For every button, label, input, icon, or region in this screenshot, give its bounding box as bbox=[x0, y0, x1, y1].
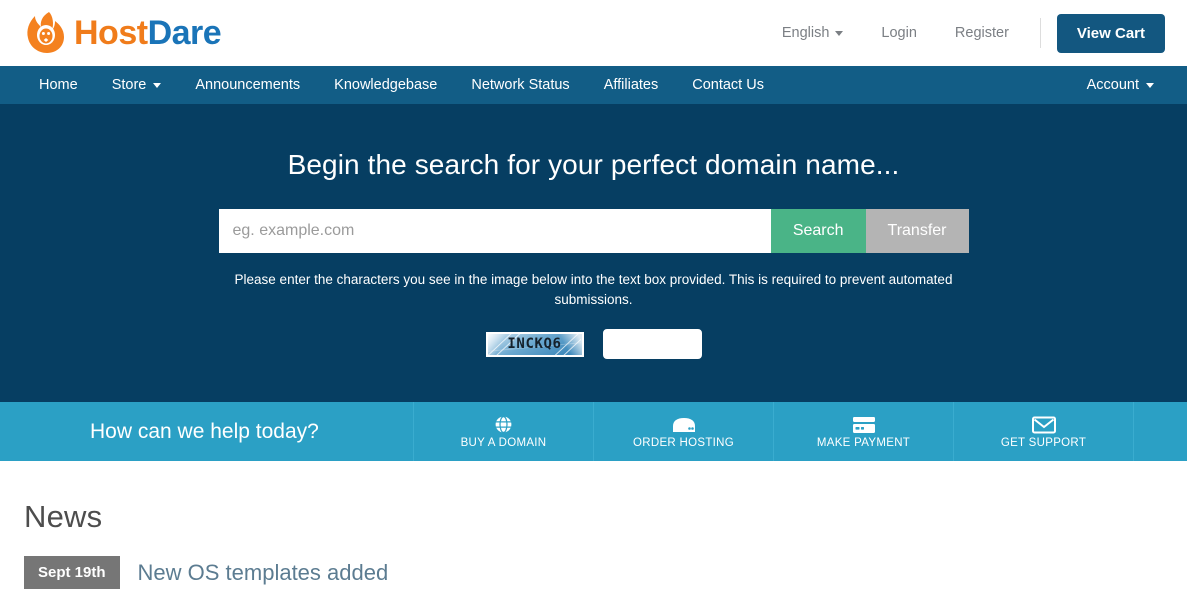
header-divider bbox=[1039, 18, 1041, 48]
logo-text-dare: Dare bbox=[147, 14, 222, 52]
language-selector[interactable]: English bbox=[763, 25, 863, 41]
view-cart-button[interactable]: View Cart bbox=[1056, 13, 1165, 53]
language-label: English bbox=[781, 25, 830, 41]
main-navigation: Home Store Announcements Knowledgebase N… bbox=[0, 66, 1187, 104]
nav-label-store: Store bbox=[111, 77, 147, 93]
help-link-order-hosting[interactable]: ORDER HOSTING bbox=[593, 402, 773, 461]
transfer-button[interactable]: Transfer bbox=[865, 208, 969, 253]
domain-search-input[interactable] bbox=[218, 208, 771, 253]
help-link-buy-a-domain[interactable]: BUY A DOMAIN bbox=[413, 402, 593, 461]
nav-item-network-status[interactable]: Network Status bbox=[454, 66, 586, 104]
chevron-down-icon bbox=[1146, 82, 1154, 88]
domain-search-form: Search Transfer bbox=[218, 208, 969, 253]
news-section: News Sept 19th New OS templates added bbox=[0, 461, 1187, 589]
nav-label-affiliates: Affiliates bbox=[603, 77, 659, 93]
nav-label-account: Account bbox=[1086, 77, 1139, 93]
nav-label-network-status: Network Status bbox=[471, 77, 570, 93]
register-link[interactable]: Register bbox=[936, 25, 1028, 41]
news-date-badge: Sept 19th bbox=[24, 556, 120, 589]
chevron-down-icon bbox=[835, 30, 844, 36]
nav-label-knowledgebase: Knowledgebase bbox=[334, 77, 438, 93]
help-link-get-support[interactable]: GET SUPPORT bbox=[953, 402, 1133, 461]
domain-search-hero: Begin the search for your perfect domain… bbox=[0, 104, 1187, 402]
help-label-buy-a-domain: BUY A DOMAIN bbox=[460, 436, 547, 449]
captcha-instructions: Please enter the characters you see in t… bbox=[234, 271, 953, 307]
search-button[interactable]: Search bbox=[770, 208, 866, 253]
captcha-input[interactable] bbox=[602, 329, 702, 360]
nav-item-affiliates[interactable]: Affiliates bbox=[587, 66, 676, 104]
chevron-down-icon bbox=[153, 82, 162, 88]
nav-item-home[interactable]: Home bbox=[22, 66, 95, 104]
nav-item-knowledgebase[interactable]: Knowledgebase bbox=[317, 66, 454, 104]
news-heading: News bbox=[24, 499, 103, 534]
news-item-link[interactable]: New OS templates added bbox=[138, 560, 389, 586]
nav-right-group: Account bbox=[1070, 66, 1171, 104]
captcha-image: INCKQ6 bbox=[485, 331, 584, 357]
news-item: Sept 19th New OS templates added bbox=[24, 556, 1187, 589]
site-logo[interactable]: HostDare bbox=[24, 11, 222, 55]
help-link-make-payment[interactable]: MAKE PAYMENT bbox=[773, 402, 953, 461]
logo-text-host: Host bbox=[74, 14, 148, 52]
flame-lion-icon bbox=[24, 11, 70, 55]
nav-label-announcements: Announcements bbox=[195, 77, 301, 93]
nav-item-contact-us[interactable]: Contact Us bbox=[675, 66, 781, 104]
top-right-nav: English Login Register View Cart bbox=[763, 13, 1165, 53]
help-label-order-hosting: ORDER HOSTING bbox=[632, 436, 734, 449]
nav-item-store[interactable]: Store bbox=[95, 66, 179, 104]
nav-label-contact-us: Contact Us bbox=[692, 77, 764, 93]
envelope-icon bbox=[1031, 415, 1056, 435]
help-label-make-payment: MAKE PAYMENT bbox=[816, 436, 911, 449]
help-bar-title: How can we help today? bbox=[90, 419, 319, 443]
nav-label-home: Home bbox=[39, 77, 78, 93]
help-quick-links-bar: How can we help today? BUY A DOMAIN ORDE… bbox=[0, 402, 1187, 461]
help-cell-empty bbox=[1133, 402, 1187, 461]
hero-title: Begin the search for your perfect domain… bbox=[287, 149, 900, 180]
captcha-row: INCKQ6 bbox=[0, 329, 1187, 360]
credit-card-icon bbox=[852, 415, 876, 435]
login-link[interactable]: Login bbox=[862, 25, 935, 41]
nav-item-announcements[interactable]: Announcements bbox=[178, 66, 317, 104]
top-header-bar: HostDare English Login Register View Car… bbox=[0, 0, 1187, 66]
globe-icon bbox=[493, 415, 514, 435]
help-label-get-support: GET SUPPORT bbox=[1000, 436, 1087, 449]
nav-item-account[interactable]: Account bbox=[1070, 66, 1171, 104]
captcha-code-text: INCKQ6 bbox=[507, 336, 562, 353]
server-icon bbox=[671, 415, 697, 435]
logo-wordmark: HostDare bbox=[74, 14, 222, 52]
